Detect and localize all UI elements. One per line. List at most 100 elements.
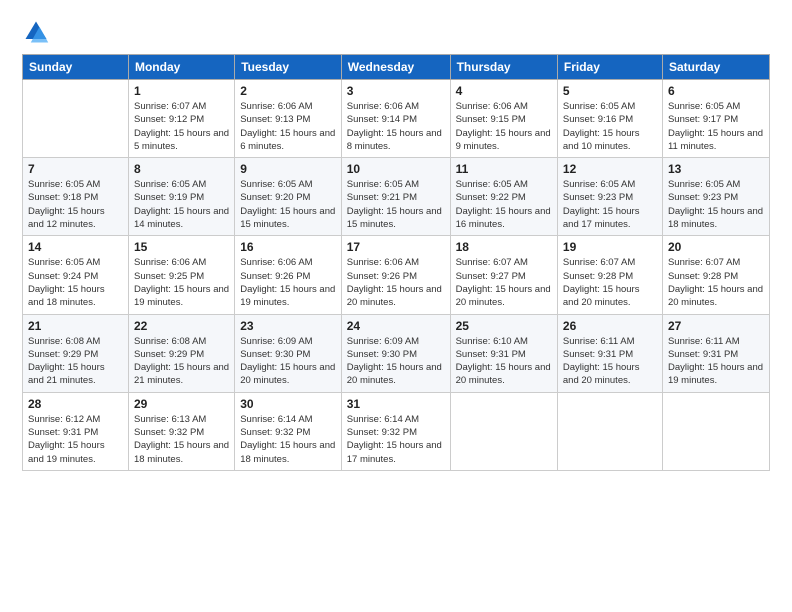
day-number: 28 [28,397,123,411]
day-number: 19 [563,240,657,254]
day-info: Sunrise: 6:05 AMSunset: 9:24 PMDaylight:… [28,256,123,309]
day-number: 3 [347,84,445,98]
day-info: Sunrise: 6:11 AMSunset: 9:31 PMDaylight:… [668,335,764,388]
day-number: 20 [668,240,764,254]
day-number: 7 [28,162,123,176]
day-info: Sunrise: 6:06 AMSunset: 9:26 PMDaylight:… [240,256,336,309]
day-info: Sunrise: 6:07 AMSunset: 9:28 PMDaylight:… [668,256,764,309]
day-info: Sunrise: 6:09 AMSunset: 9:30 PMDaylight:… [347,335,445,388]
day-number: 6 [668,84,764,98]
day-info: Sunrise: 6:14 AMSunset: 9:32 PMDaylight:… [240,413,336,466]
day-number: 24 [347,319,445,333]
day-number: 27 [668,319,764,333]
calendar-week-3: 14 Sunrise: 6:05 AMSunset: 9:24 PMDayligh… [23,236,770,314]
day-info: Sunrise: 6:05 AMSunset: 9:23 PMDaylight:… [563,178,657,231]
day-info: Sunrise: 6:07 AMSunset: 9:27 PMDaylight:… [456,256,552,309]
calendar-cell: 22 Sunrise: 6:08 AMSunset: 9:29 PMDayligh… [128,314,234,392]
logo-icon [22,18,50,46]
calendar-cell [662,392,769,470]
day-info: Sunrise: 6:05 AMSunset: 9:23 PMDaylight:… [668,178,764,231]
calendar-cell: 4 Sunrise: 6:06 AMSunset: 9:15 PMDaylight… [450,80,557,158]
calendar-cell [23,80,129,158]
day-number: 23 [240,319,336,333]
day-number: 18 [456,240,552,254]
day-number: 5 [563,84,657,98]
day-info: Sunrise: 6:08 AMSunset: 9:29 PMDaylight:… [28,335,123,388]
day-info: Sunrise: 6:06 AMSunset: 9:13 PMDaylight:… [240,100,336,153]
day-number: 13 [668,162,764,176]
calendar-cell: 26 Sunrise: 6:11 AMSunset: 9:31 PMDayligh… [557,314,662,392]
weekday-wednesday: Wednesday [341,55,450,80]
day-info: Sunrise: 6:08 AMSunset: 9:29 PMDaylight:… [134,335,229,388]
calendar-cell: 27 Sunrise: 6:11 AMSunset: 9:31 PMDayligh… [662,314,769,392]
day-info: Sunrise: 6:10 AMSunset: 9:31 PMDaylight:… [456,335,552,388]
calendar-cell [557,392,662,470]
day-number: 21 [28,319,123,333]
day-number: 12 [563,162,657,176]
calendar-week-1: 1Sunrise: 6:07 AMSunset: 9:12 PMDaylight… [23,80,770,158]
header [22,18,770,46]
day-number: 22 [134,319,229,333]
day-info: Sunrise: 6:07 AMSunset: 9:28 PMDaylight:… [563,256,657,309]
day-number: 14 [28,240,123,254]
calendar-cell: 21 Sunrise: 6:08 AMSunset: 9:29 PMDayligh… [23,314,129,392]
weekday-thursday: Thursday [450,55,557,80]
calendar: SundayMondayTuesdayWednesdayThursdayFrid… [22,54,770,471]
day-number: 16 [240,240,336,254]
day-info: Sunrise: 6:05 AMSunset: 9:16 PMDaylight:… [563,100,657,153]
day-info: Sunrise: 6:05 AMSunset: 9:22 PMDaylight:… [456,178,552,231]
day-number: 31 [347,397,445,411]
calendar-cell: 16 Sunrise: 6:06 AMSunset: 9:26 PMDayligh… [235,236,342,314]
calendar-cell: 15Sunrise: 6:06 AMSunset: 9:25 PMDayligh… [128,236,234,314]
day-number: 4 [456,84,552,98]
calendar-week-4: 21 Sunrise: 6:08 AMSunset: 9:29 PMDayligh… [23,314,770,392]
calendar-cell: 19 Sunrise: 6:07 AMSunset: 9:28 PMDayligh… [557,236,662,314]
weekday-friday: Friday [557,55,662,80]
day-number: 10 [347,162,445,176]
weekday-saturday: Saturday [662,55,769,80]
day-info: Sunrise: 6:05 AMSunset: 9:18 PMDaylight:… [28,178,123,231]
calendar-cell: 13 Sunrise: 6:05 AMSunset: 9:23 PMDayligh… [662,158,769,236]
day-info: Sunrise: 6:05 AMSunset: 9:17 PMDaylight:… [668,100,764,153]
calendar-cell: 31 Sunrise: 6:14 AMSunset: 9:32 PMDayligh… [341,392,450,470]
day-number: 11 [456,162,552,176]
calendar-cell: 9 Sunrise: 6:05 AMSunset: 9:20 PMDaylight… [235,158,342,236]
day-info: Sunrise: 6:11 AMSunset: 9:31 PMDaylight:… [563,335,657,388]
calendar-cell: 14 Sunrise: 6:05 AMSunset: 9:24 PMDayligh… [23,236,129,314]
day-info: Sunrise: 6:09 AMSunset: 9:30 PMDaylight:… [240,335,336,388]
weekday-header-row: SundayMondayTuesdayWednesdayThursdayFrid… [23,55,770,80]
logo [22,18,54,46]
day-number: 1 [134,84,229,98]
day-number: 17 [347,240,445,254]
day-number: 30 [240,397,336,411]
day-number: 2 [240,84,336,98]
weekday-monday: Monday [128,55,234,80]
calendar-week-2: 7 Sunrise: 6:05 AMSunset: 9:18 PMDaylight… [23,158,770,236]
day-number: 26 [563,319,657,333]
calendar-cell: 25 Sunrise: 6:10 AMSunset: 9:31 PMDayligh… [450,314,557,392]
calendar-cell: 28 Sunrise: 6:12 AMSunset: 9:31 PMDayligh… [23,392,129,470]
calendar-cell: 20 Sunrise: 6:07 AMSunset: 9:28 PMDayligh… [662,236,769,314]
calendar-cell: 18 Sunrise: 6:07 AMSunset: 9:27 PMDayligh… [450,236,557,314]
day-info: Sunrise: 6:06 AMSunset: 9:15 PMDaylight:… [456,100,552,153]
calendar-cell [450,392,557,470]
calendar-cell: 23 Sunrise: 6:09 AMSunset: 9:30 PMDayligh… [235,314,342,392]
calendar-cell: 10 Sunrise: 6:05 AMSunset: 9:21 PMDayligh… [341,158,450,236]
day-info: Sunrise: 6:14 AMSunset: 9:32 PMDaylight:… [347,413,445,466]
calendar-cell: 3Sunrise: 6:06 AMSunset: 9:14 PMDaylight… [341,80,450,158]
day-info: Sunrise: 6:05 AMSunset: 9:20 PMDaylight:… [240,178,336,231]
calendar-cell: 11 Sunrise: 6:05 AMSunset: 9:22 PMDayligh… [450,158,557,236]
weekday-sunday: Sunday [23,55,129,80]
calendar-cell: 6 Sunrise: 6:05 AMSunset: 9:17 PMDaylight… [662,80,769,158]
calendar-cell: 5 Sunrise: 6:05 AMSunset: 9:16 PMDaylight… [557,80,662,158]
calendar-cell: 8Sunrise: 6:05 AMSunset: 9:19 PMDaylight… [128,158,234,236]
day-info: Sunrise: 6:06 AMSunset: 9:26 PMDaylight:… [347,256,445,309]
day-info: Sunrise: 6:06 AMSunset: 9:25 PMDaylight:… [134,256,229,309]
day-info: Sunrise: 6:12 AMSunset: 9:31 PMDaylight:… [28,413,123,466]
day-number: 9 [240,162,336,176]
day-number: 8 [134,162,229,176]
calendar-cell: 2 Sunrise: 6:06 AMSunset: 9:13 PMDaylight… [235,80,342,158]
day-number: 25 [456,319,552,333]
day-info: Sunrise: 6:05 AMSunset: 9:21 PMDaylight:… [347,178,445,231]
calendar-cell: 7 Sunrise: 6:05 AMSunset: 9:18 PMDaylight… [23,158,129,236]
